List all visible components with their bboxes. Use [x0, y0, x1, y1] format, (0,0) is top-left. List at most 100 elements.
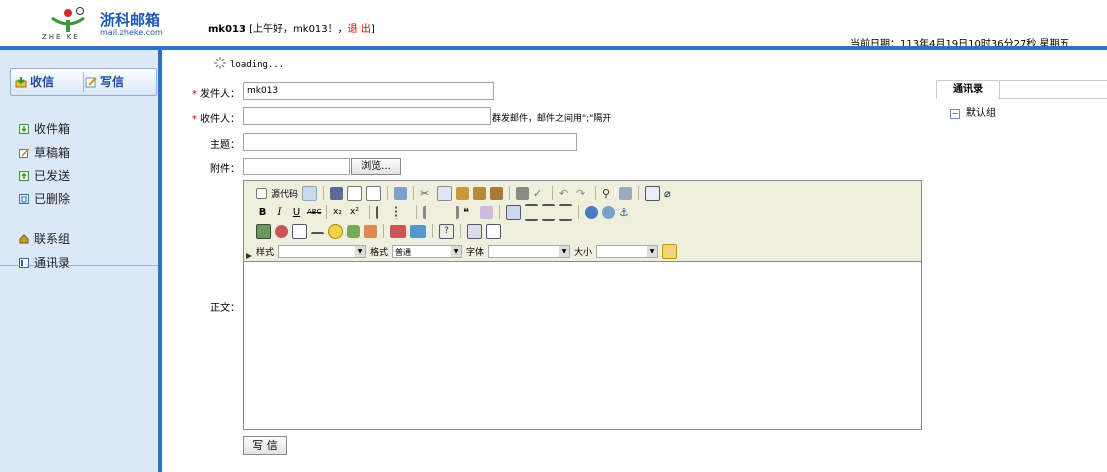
show-blocks-icon[interactable] — [486, 223, 501, 239]
group-default[interactable]: − 默认组 — [950, 104, 996, 119]
font-select[interactable]: ▼ — [488, 244, 571, 258]
copy-icon[interactable] — [437, 185, 453, 201]
div-container-icon[interactable] — [480, 205, 493, 219]
address-book-link[interactable]: 通讯录 — [19, 254, 70, 271]
text-color-icon[interactable] — [390, 224, 406, 238]
unordered-list-icon[interactable] — [395, 205, 410, 219]
compose-toolbar: 收信 写信 — [10, 68, 157, 96]
contact-groups-link[interactable]: 联系组 — [19, 230, 70, 247]
toolbar-collapse-icon[interactable] — [246, 253, 252, 259]
logout-link[interactable]: 退 出 — [348, 24, 371, 35]
align-right-icon[interactable] — [542, 203, 555, 221]
underline-icon[interactable]: U — [290, 206, 303, 219]
outdent-icon[interactable] — [423, 205, 439, 219]
receive-icon — [15, 77, 27, 88]
header: ZHE KE 浙科邮箱 mail.zheke.com mk013 [上午好，mk… — [0, 0, 1107, 50]
print-icon[interactable] — [516, 186, 530, 200]
folder-sent-label: 已发送 — [34, 169, 71, 183]
italic-icon[interactable]: I — [273, 206, 286, 219]
folder-inbox[interactable]: 收件箱 — [19, 120, 70, 137]
source-button[interactable]: 源代码 — [271, 187, 298, 200]
subject-label: 主题： — [210, 140, 240, 151]
undo-icon[interactable]: ↶ — [559, 187, 572, 200]
toolbar-separator — [369, 205, 370, 219]
paste-icon[interactable] — [456, 186, 470, 200]
table-icon[interactable] — [292, 223, 307, 239]
smiley-icon[interactable] — [328, 223, 343, 239]
folder-trash[interactable]: 已删除 — [19, 190, 70, 207]
link-icon[interactable] — [585, 205, 598, 219]
align-left-icon[interactable] — [506, 204, 521, 220]
folder-drafts[interactable]: 草稿箱 — [19, 144, 70, 161]
subject-field[interactable] — [243, 133, 577, 151]
collapse-icon[interactable]: − — [950, 109, 960, 119]
toolbar-separator — [413, 186, 415, 200]
write-button[interactable]: 写信 — [85, 69, 153, 95]
anchor-icon[interactable]: ⚓ — [619, 206, 632, 219]
strikethrough-icon[interactable]: ABC — [307, 206, 321, 219]
remove-format-icon[interactable]: ⌀ — [664, 187, 677, 200]
find-icon[interactable]: ⚲ — [602, 187, 615, 200]
select-all-icon[interactable] — [645, 185, 661, 201]
size-label: 大小 — [574, 247, 593, 258]
send-button[interactable]: 写 信 — [243, 436, 287, 455]
folder-sent[interactable]: 已发送 — [19, 167, 70, 184]
source-editor-icon[interactable] — [662, 243, 678, 259]
save-icon[interactable] — [330, 186, 344, 200]
maximize-icon[interactable] — [467, 223, 482, 239]
toolbar-separator — [638, 186, 640, 200]
sent-icon — [19, 171, 29, 181]
cut-icon[interactable]: ✂ — [420, 187, 433, 200]
align-center-icon[interactable] — [525, 203, 538, 221]
align-justify-icon[interactable] — [559, 203, 572, 221]
toolbar-separator — [552, 186, 554, 200]
new-page-icon[interactable] — [347, 185, 363, 201]
toolbar-separator — [387, 186, 389, 200]
chevron-down-icon: ▼ — [559, 245, 570, 257]
toolbar-separator — [578, 205, 579, 219]
loading-indicator: loading... — [214, 57, 284, 70]
blockquote-icon[interactable]: ❝ — [463, 206, 476, 219]
size-select[interactable]: ▼ — [596, 244, 659, 258]
greeting: mk013 [上午好，mk013！，退 出] — [208, 20, 375, 35]
superscript-icon[interactable]: x² — [350, 206, 363, 219]
receive-button[interactable]: 收信 — [15, 69, 81, 95]
paste-word-icon[interactable] — [490, 186, 504, 200]
paste-text-icon[interactable] — [473, 186, 487, 200]
ordered-list-icon[interactable] — [376, 205, 391, 219]
toolbar-row-3: ? — [256, 222, 501, 240]
special-char-icon[interactable] — [347, 224, 360, 238]
about-icon[interactable]: ? — [439, 223, 454, 239]
toolbar-row-1: 源代码 ✂ ✓ ↶ ↷ ⚲ ⌀ — [256, 184, 677, 202]
style-select[interactable]: ▼ — [278, 244, 367, 258]
attachment-path-field[interactable] — [243, 158, 350, 175]
editor-body[interactable] — [244, 262, 921, 429]
format-select[interactable]: 普通 ▼ — [392, 244, 463, 258]
bg-color-icon[interactable] — [410, 224, 426, 238]
greeting-text: [上午好，mk013！， — [245, 24, 348, 35]
bold-icon[interactable]: B — [256, 206, 269, 219]
subscript-icon[interactable]: x₂ — [333, 206, 346, 219]
group-default-label: 默认组 — [966, 108, 996, 119]
horizontal-rule-icon[interactable] — [311, 232, 324, 236]
print-preview-icon[interactable] — [366, 185, 382, 201]
contact-group-icon — [19, 234, 29, 244]
toolbar-separator — [416, 205, 417, 219]
image-icon[interactable] — [256, 223, 271, 239]
tab-address-book[interactable]: 通讯录 — [936, 80, 1000, 99]
templates-icon[interactable] — [394, 186, 408, 200]
page-break-icon[interactable] — [364, 224, 377, 238]
browse-button[interactable]: 浏览... — [351, 158, 401, 175]
unlink-icon[interactable] — [602, 205, 615, 219]
header-divider — [0, 46, 1107, 50]
flash-icon[interactable] — [275, 224, 288, 238]
to-field[interactable] — [243, 107, 491, 125]
spellcheck-icon[interactable]: ✓ — [533, 187, 546, 200]
from-field[interactable] — [243, 82, 494, 100]
indent-icon[interactable] — [443, 205, 459, 219]
font-label: 字体 — [466, 247, 485, 258]
toolbar-separator — [509, 186, 511, 200]
preview-icon[interactable] — [302, 185, 318, 201]
redo-icon[interactable]: ↷ — [576, 187, 589, 200]
replace-icon[interactable] — [619, 186, 633, 200]
